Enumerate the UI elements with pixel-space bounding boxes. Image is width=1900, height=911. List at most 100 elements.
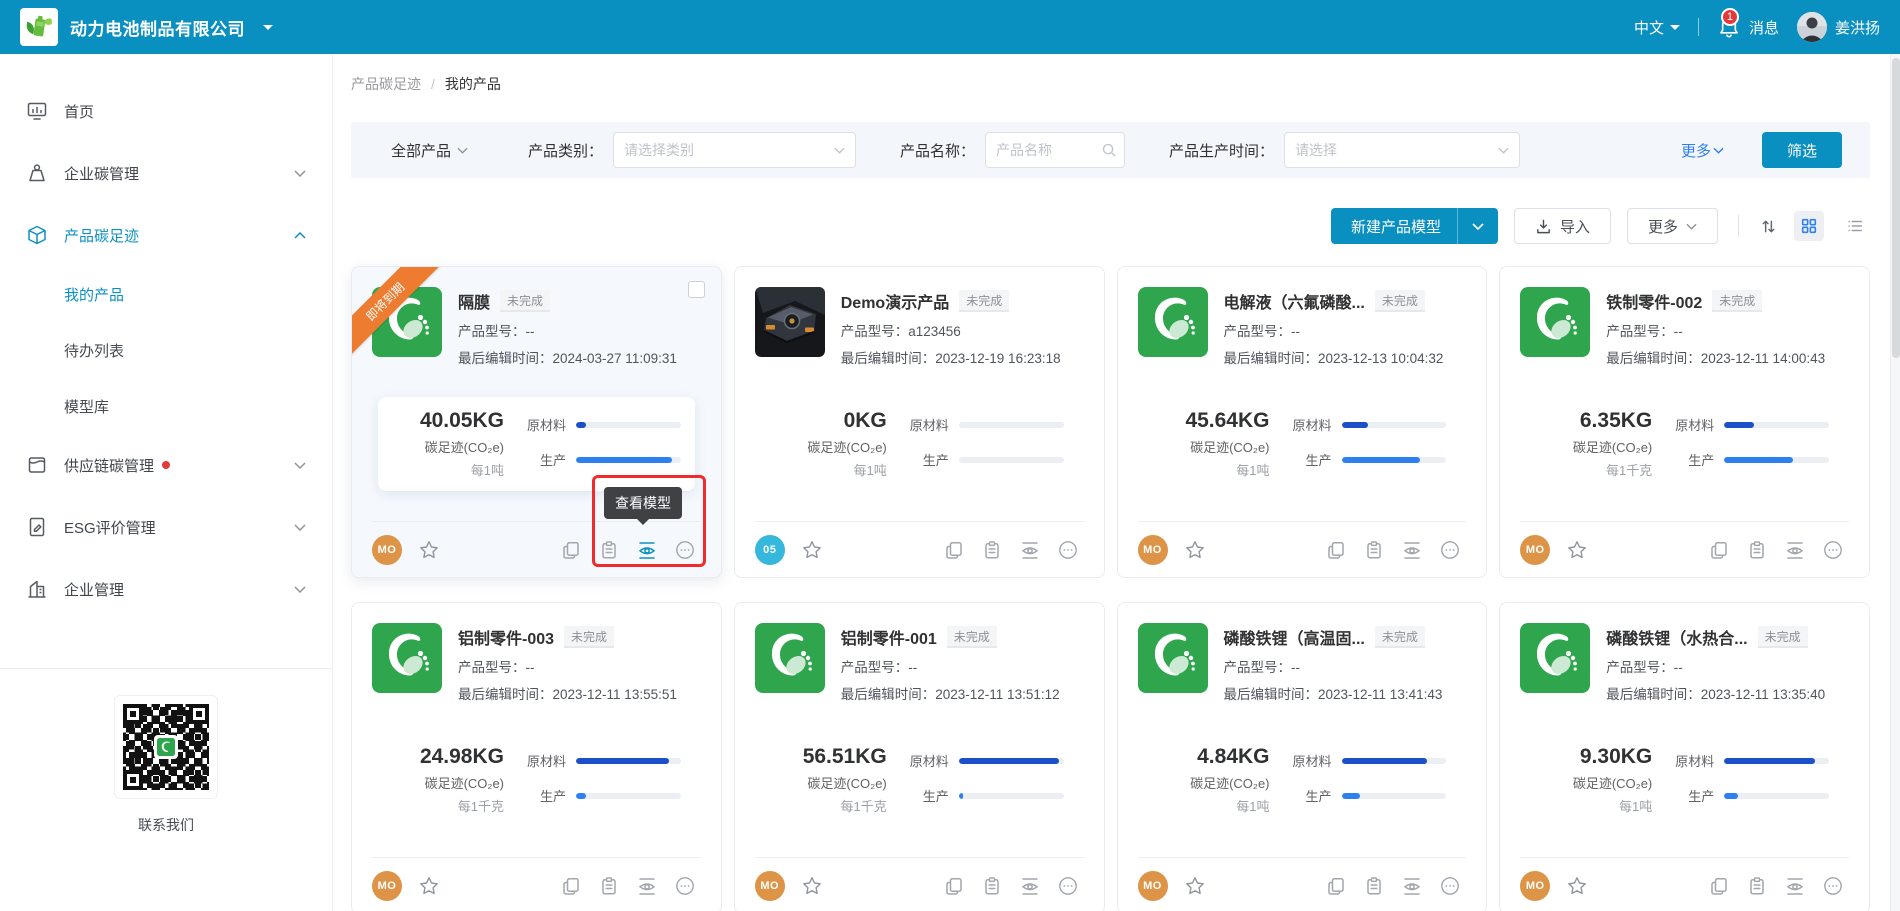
sidebar-item-my-products[interactable]: 我的产品	[0, 266, 332, 322]
favorite-star-icon[interactable]	[1566, 539, 1588, 561]
copy-icon[interactable]	[561, 540, 581, 560]
more-options-icon[interactable]	[1058, 876, 1078, 896]
raw-material-bar-row: 原材料	[1284, 415, 1447, 434]
new-product-model-button[interactable]: 新建产品模型	[1331, 208, 1498, 244]
sidebar-item-label: 企业管理	[64, 579, 124, 600]
more-options-icon[interactable]	[1440, 540, 1460, 560]
copy-icon[interactable]	[1326, 876, 1346, 896]
clipboard-report-icon[interactable]	[982, 876, 1002, 896]
product-model-row: 产品型号：--	[458, 320, 677, 340]
sidebar-item-model-library[interactable]: 模型库	[0, 378, 332, 434]
card-footer: MO	[1520, 857, 1849, 911]
clipboard-report-icon[interactable]	[1364, 876, 1384, 896]
more-options-icon[interactable]	[1823, 540, 1843, 560]
more-filters-link[interactable]: 更多	[1681, 140, 1724, 161]
grid-view-toggle[interactable]	[1794, 211, 1824, 241]
last-edited-label: 最后编辑时间：	[458, 687, 553, 702]
copy-icon[interactable]	[1709, 540, 1729, 560]
product-name[interactable]: Demo演示产品	[841, 289, 949, 313]
clipboard-report-icon[interactable]	[982, 540, 1002, 560]
more-options-icon[interactable]	[1058, 540, 1078, 560]
sort-order-button[interactable]	[1759, 217, 1778, 236]
list-view-toggle[interactable]	[1840, 211, 1870, 241]
filter-submit-button[interactable]: 筛选	[1762, 132, 1842, 168]
all-products-dropdown[interactable]: 全部产品	[391, 140, 468, 161]
favorite-star-icon[interactable]	[801, 875, 823, 897]
product-name[interactable]: 铝制零件-003	[458, 625, 554, 649]
card-select-checkbox[interactable]	[688, 281, 705, 298]
clipboard-report-icon[interactable]	[599, 540, 619, 560]
scrollbar-thumb[interactable]	[1892, 58, 1900, 358]
favorite-star-icon[interactable]	[418, 539, 440, 561]
card-footer: MO	[1138, 521, 1467, 577]
view-model-eye-icon[interactable]	[1402, 540, 1422, 560]
product-name[interactable]: 铁制零件-002	[1606, 289, 1702, 313]
favorite-star-icon[interactable]	[1566, 875, 1588, 897]
sidebar-item-home[interactable]: 首页	[0, 80, 332, 142]
status-badge: 未完成	[1758, 626, 1808, 648]
view-model-eye-icon[interactable]	[637, 876, 657, 896]
production-bar	[1342, 793, 1447, 799]
language-switcher[interactable]: 中文	[1634, 17, 1680, 38]
product-card[interactable]: 铝制零件-003 未完成 产品型号：-- 最后编辑时间：2023-12-11 1…	[351, 602, 722, 911]
product-card[interactable]: 即将到期 隔膜 未完成	[351, 266, 722, 578]
breadcrumb-parent[interactable]: 产品碳足迹	[351, 74, 421, 94]
sidebar-item-enterprise-carbon[interactable]: 企业碳管理	[0, 142, 332, 204]
product-name[interactable]: 电解液（六氟磷酸...	[1224, 289, 1365, 313]
favorite-star-icon[interactable]	[1184, 875, 1206, 897]
carbon-stats-panel: 40.05KG 碳足迹(CO₂e) 每1吨 原材料 生产	[378, 397, 695, 491]
sidebar-item-supply-chain[interactable]: 供应链碳管理	[0, 434, 332, 496]
favorite-star-icon[interactable]	[801, 539, 823, 561]
owner-avatar: MO	[1138, 535, 1168, 565]
production-time-select[interactable]: 请选择	[1284, 132, 1520, 168]
clipboard-report-icon[interactable]	[599, 876, 619, 896]
product-card[interactable]: 磷酸铁锂（高温固... 未完成 产品型号：-- 最后编辑时间：2023-12-1…	[1117, 602, 1488, 911]
clipboard-report-icon[interactable]	[1747, 876, 1767, 896]
card-footer: MO	[755, 857, 1084, 911]
copy-icon[interactable]	[944, 876, 964, 896]
raw-material-label: 原材料	[1284, 415, 1332, 434]
copy-icon[interactable]	[1709, 876, 1729, 896]
import-button[interactable]: 导入	[1514, 208, 1611, 244]
view-model-eye-icon[interactable]	[1020, 876, 1040, 896]
production-bar-fill	[576, 457, 672, 463]
more-actions-button[interactable]: 更多	[1627, 208, 1718, 244]
view-model-eye-icon[interactable]	[1402, 876, 1422, 896]
chevron-down-icon[interactable]	[1458, 223, 1498, 230]
favorite-star-icon[interactable]	[418, 875, 440, 897]
scrollbar[interactable]	[1890, 54, 1900, 911]
messages-button[interactable]: 1 消息	[1717, 14, 1779, 40]
copy-icon[interactable]	[1326, 540, 1346, 560]
sidebar-item-product-footprint[interactable]: 产品碳足迹	[0, 204, 332, 266]
product-name[interactable]: 磷酸铁锂（高温固...	[1224, 625, 1365, 649]
favorite-star-icon[interactable]	[1184, 539, 1206, 561]
copy-icon[interactable]	[561, 876, 581, 896]
product-name[interactable]: 铝制零件-001	[841, 625, 937, 649]
view-model-eye-icon[interactable]	[1020, 540, 1040, 560]
more-options-icon[interactable]	[675, 876, 695, 896]
product-card[interactable]: 电解液（六氟磷酸... 未完成 产品型号：-- 最后编辑时间：2023-12-1…	[1117, 266, 1488, 578]
owner-avatar: MO	[1520, 535, 1550, 565]
company-switcher[interactable]: 动力电池制品有限公司	[20, 8, 273, 46]
raw-material-bar-fill	[1342, 422, 1368, 428]
more-options-icon[interactable]	[675, 540, 695, 560]
product-card[interactable]: Demo演示产品 未完成 产品型号：a123456 最后编辑时间：2023-12…	[734, 266, 1105, 578]
clipboard-report-icon[interactable]	[1747, 540, 1767, 560]
view-model-eye-icon[interactable]	[1785, 876, 1805, 896]
more-options-icon[interactable]	[1823, 876, 1843, 896]
view-model-eye-icon[interactable]	[637, 540, 657, 560]
sidebar-item-esg[interactable]: ESG评价管理	[0, 496, 332, 558]
product-name[interactable]: 隔膜	[458, 289, 490, 313]
product-name[interactable]: 磷酸铁锂（水热合...	[1606, 625, 1747, 649]
sidebar-item-todo-list[interactable]: 待办列表	[0, 322, 332, 378]
copy-icon[interactable]	[944, 540, 964, 560]
sidebar-item-enterprise-admin[interactable]: 企业管理	[0, 558, 332, 620]
product-card[interactable]: 磷酸铁锂（水热合... 未完成 产品型号：-- 最后编辑时间：2023-12-1…	[1499, 602, 1870, 911]
view-model-eye-icon[interactable]	[1785, 540, 1805, 560]
clipboard-report-icon[interactable]	[1364, 540, 1384, 560]
user-menu[interactable]: 姜洪扬	[1797, 12, 1880, 42]
product-card[interactable]: 铁制零件-002 未完成 产品型号：-- 最后编辑时间：2023-12-11 1…	[1499, 266, 1870, 578]
category-select[interactable]: 请选择类别	[613, 132, 856, 168]
more-options-icon[interactable]	[1440, 876, 1460, 896]
product-card[interactable]: 铝制零件-001 未完成 产品型号：-- 最后编辑时间：2023-12-11 1…	[734, 602, 1105, 911]
